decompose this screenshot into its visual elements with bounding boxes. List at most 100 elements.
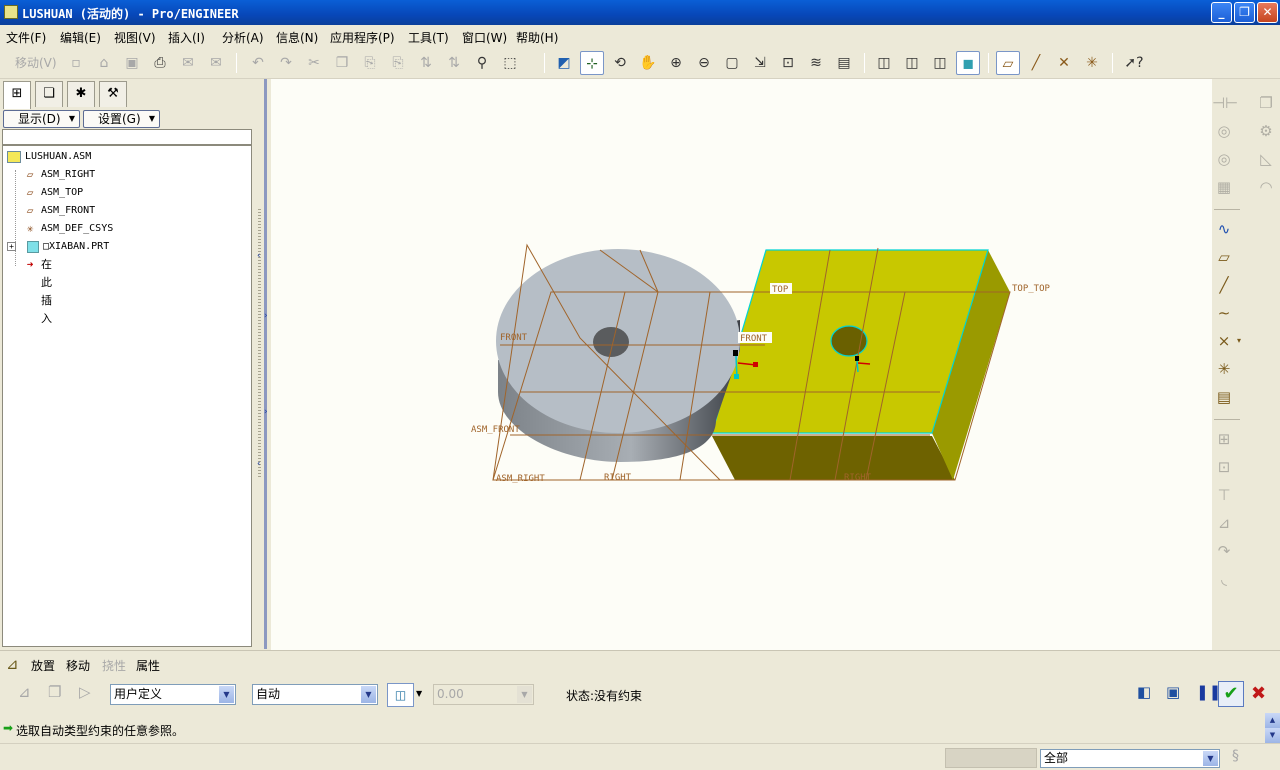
menu-insert[interactable]: 插入(I) [168, 29, 205, 46]
constraint-type-select[interactable]: 自动 ▼ [252, 684, 378, 705]
no-hidden-icon[interactable]: ◫ [928, 51, 952, 75]
csys-display-icon[interactable]: ✳ [1080, 51, 1104, 75]
asm-component-icon[interactable]: ⊣⊢ [1212, 91, 1238, 115]
sash-grip[interactable] [258, 209, 261, 479]
separate-window-display-icon[interactable]: ◧ [1137, 683, 1151, 701]
chevron-down-icon[interactable]: ▾ [1232, 329, 1246, 353]
menu-analysis[interactable]: 分析(A) [222, 29, 264, 46]
zoom-out-icon[interactable]: ⊖ [692, 51, 716, 75]
copy-feature-icon[interactable]: ❐ [1254, 91, 1278, 115]
tab-model-tree[interactable]: ⊞ [3, 81, 31, 109]
saved-views-icon[interactable]: ⊡ [776, 51, 800, 75]
wireframe-icon[interactable]: ◫ [872, 51, 896, 75]
menu-view[interactable]: 视图(V) [114, 29, 156, 46]
selection-filter-select[interactable]: 全部 ▼ [1040, 749, 1220, 768]
separate-window-icon[interactable]: ❐ [48, 683, 61, 701]
send-mail-icon[interactable]: ✉ [176, 51, 200, 75]
datum-axes-display-icon[interactable]: ╱ [1024, 51, 1048, 75]
add-component-icon[interactable]: ⊞ [1212, 427, 1236, 451]
paste-special-icon[interactable]: ⎘ [386, 51, 410, 75]
datum-curve-tool-icon[interactable]: ∼ [1212, 301, 1236, 325]
redo-icon[interactable]: ↷ [274, 51, 298, 75]
datum-axis-tool-icon[interactable]: ╱ [1212, 273, 1236, 297]
context-help-icon[interactable]: ➚? [1122, 51, 1146, 75]
csys-tool-icon[interactable]: ✳ [1212, 357, 1236, 381]
orient-mode-icon[interactable]: ⟲ [608, 51, 632, 75]
model-viewport[interactable]: TOP TOP_TOP FRONT FRONT ASM_FRONT ASM_RI… [271, 79, 1212, 650]
menu-info[interactable]: 信息(N) [276, 29, 318, 46]
block-bottom-face[interactable] [712, 436, 955, 480]
hole-icon[interactable]: ◎ [1212, 119, 1236, 143]
paste-icon[interactable]: ⎘ [358, 51, 382, 75]
send-mail-attach-icon[interactable]: ✉ [204, 51, 228, 75]
tab-properties[interactable]: 属性 [136, 657, 160, 674]
print-icon[interactable]: ⎙ [148, 51, 172, 75]
block-hole[interactable] [830, 325, 868, 357]
create-component-icon[interactable]: ⊡ [1212, 455, 1236, 479]
menu-tools[interactable]: 工具(T) [408, 29, 449, 46]
pan-hand-icon[interactable]: ✋ [636, 51, 660, 75]
offset-value-input[interactable]: 0.00 ▼ [433, 684, 534, 705]
datum-plane-tool-icon[interactable]: ▱ [1212, 245, 1236, 269]
collapse-arrow-icon[interactable]: ‹ [257, 459, 261, 469]
graphics-window[interactable]: TOP TOP_TOP FRONT FRONT ASM_FRONT ASM_RI… [271, 79, 1212, 650]
cut-icon[interactable]: ✂ [302, 51, 326, 75]
scroll-down-arrow-icon[interactable]: ▼ [1265, 728, 1280, 743]
extrude-icon[interactable]: ⊤ [1212, 483, 1236, 507]
chevron-down-icon[interactable]: ▼ [416, 689, 422, 698]
show-dropdown[interactable]: 显示(D) ▼ [3, 110, 80, 128]
tab-placement[interactable]: 放置 [31, 657, 55, 674]
move-button[interactable]: 移动(V) [15, 54, 57, 71]
sketch-tool-icon[interactable]: ∿ [1212, 217, 1236, 241]
menu-help[interactable]: 帮助(H) [516, 29, 558, 46]
selection-box-icon[interactable]: ⬚ [498, 51, 522, 75]
pattern-icon[interactable]: ▦ [1212, 175, 1236, 199]
find-icon[interactable]: ⚲ [470, 51, 494, 75]
open-folder-icon[interactable]: ⌂ [92, 51, 116, 75]
expand-arrow-icon[interactable]: › [264, 311, 268, 321]
copy-icon[interactable]: ❐ [330, 51, 354, 75]
sweep-icon[interactable]: ↷ [1212, 539, 1236, 563]
collapse-arrow-icon[interactable]: ‹ [257, 251, 261, 261]
tab-favorites[interactable]: ✱ [67, 81, 95, 107]
menu-window[interactable]: 窗口(W) [462, 29, 507, 46]
settings-dropdown[interactable]: 设置(G) ▼ [83, 110, 160, 128]
revolve-icon[interactable]: ⊿ [1212, 511, 1236, 535]
connection-icon[interactable]: ⊿ [18, 683, 31, 701]
tab-flexibility[interactable]: 挠性 [102, 657, 126, 674]
expand-plus-icon[interactable]: + [7, 242, 16, 251]
tab-connections[interactable]: ⚒ [99, 81, 127, 107]
spin-center-icon[interactable]: ⊹ [580, 51, 604, 75]
analysis-tool-icon[interactable]: ▤ [1212, 385, 1236, 409]
restore-button[interactable]: ❐ [1234, 2, 1255, 23]
scroll-up-arrow-icon[interactable]: ▲ [1265, 713, 1280, 728]
save-icon[interactable]: ▣ [120, 51, 144, 75]
message-scrollbar[interactable]: ▲ ▼ [1265, 713, 1280, 743]
refit-icon[interactable]: ▢ [720, 51, 744, 75]
menu-file[interactable]: 文件(F) [6, 29, 46, 46]
regen-manager-icon[interactable]: ⇅ [442, 51, 466, 75]
close-window-button[interactable]: ✕ [1257, 2, 1278, 23]
reorient-icon[interactable]: ⇲ [748, 51, 772, 75]
regenerate-icon[interactable]: ⇅ [414, 51, 438, 75]
panel-splitter[interactable]: ‹ ‹ › › [255, 79, 269, 649]
menu-edit[interactable]: 编辑(E) [60, 29, 101, 46]
sash-bar[interactable] [264, 79, 267, 649]
rib-icon[interactable]: ◺ [1254, 147, 1278, 171]
zoom-in-icon[interactable]: ⊕ [664, 51, 688, 75]
shading-icon[interactable]: ◼ [956, 51, 980, 75]
constraint-set-select[interactable]: 用户定义 ▼ [110, 684, 236, 705]
tab-move[interactable]: 移动 [66, 657, 90, 674]
cancel-icon[interactable]: ✖ [1251, 683, 1266, 704]
flip-icon[interactable]: ▷ [79, 683, 91, 701]
datum-points-display-icon[interactable]: ✕ [1052, 51, 1076, 75]
layers-icon[interactable]: ≋ [804, 51, 828, 75]
tab-folder-browser[interactable]: ❏ [35, 81, 63, 107]
round-icon[interactable]: ◟ [1212, 567, 1236, 591]
datum-planes-display-icon[interactable]: ▱ [996, 51, 1020, 75]
hidden-line-icon[interactable]: ◫ [900, 51, 924, 75]
repaint-icon[interactable]: ◩ [552, 51, 576, 75]
menu-applications[interactable]: 应用程序(P) [330, 29, 395, 46]
offset-type-icon[interactable]: ◫ [387, 683, 414, 707]
view-manager-icon[interactable]: ▤ [832, 51, 856, 75]
